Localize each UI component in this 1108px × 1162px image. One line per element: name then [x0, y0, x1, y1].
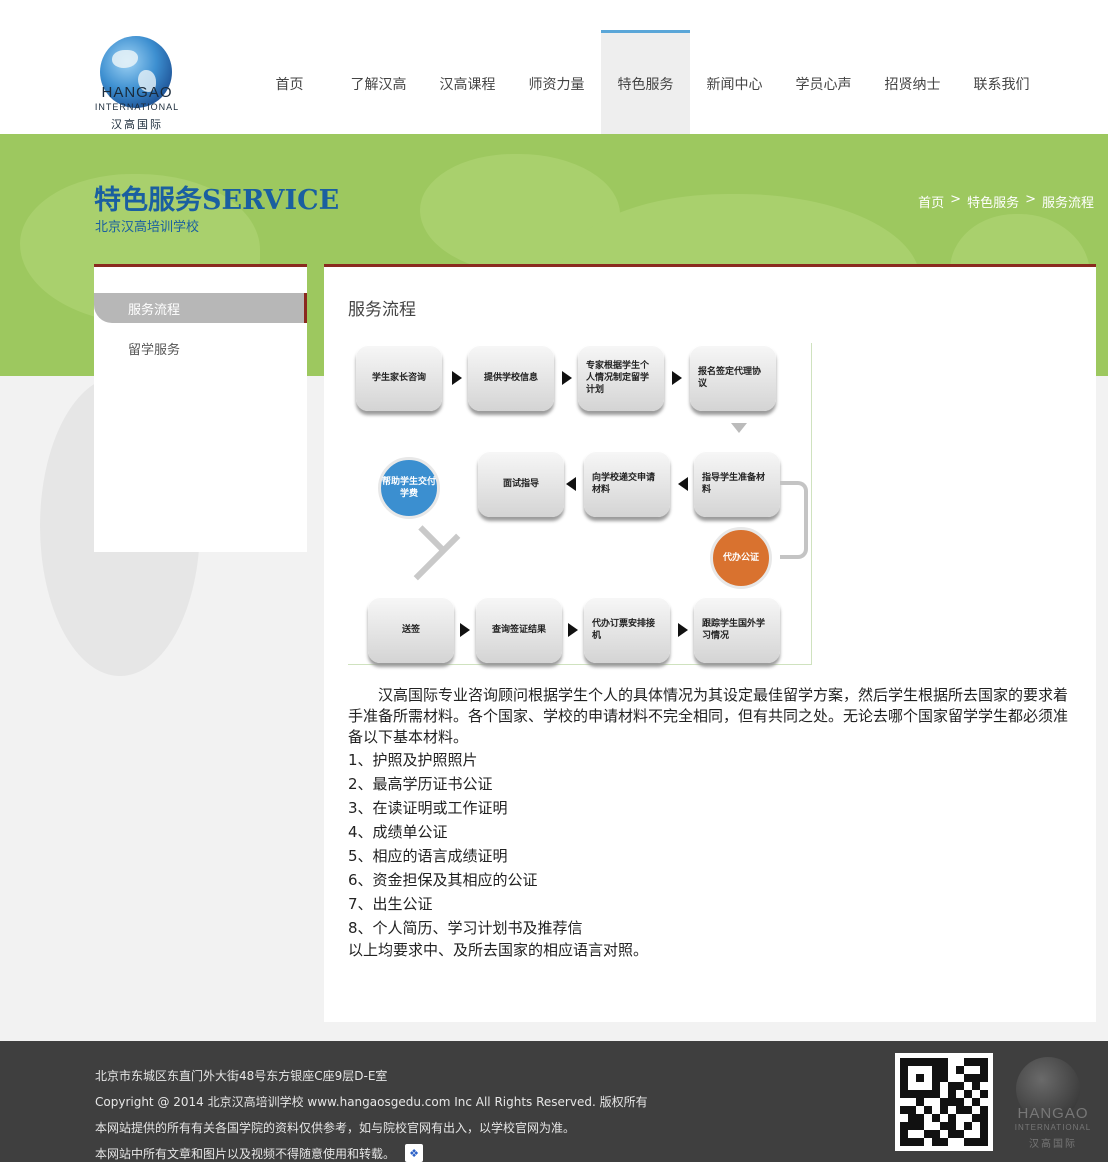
nav-testimonials[interactable]: 学员心声: [779, 30, 868, 134]
arrow-right-icon: [568, 623, 578, 637]
flow-step-school-info: 提供学校信息: [468, 345, 554, 411]
logo-text-en2: INTERNATIONAL: [94, 102, 180, 112]
footer-logo: HANGAO INTERNATIONAL 汉高国际: [1008, 1057, 1098, 1151]
qr-code-icon: [895, 1053, 993, 1151]
list-item: 6、资金担保及其相应的公证: [348, 871, 538, 889]
arrow-right-icon: [562, 371, 572, 385]
qr-code-pattern: [900, 1058, 988, 1146]
breadcrumb-separator: >: [1025, 192, 1036, 207]
arrow-left-icon: [678, 477, 688, 491]
list-item: 8、个人简历、学习计划书及推荐信: [348, 919, 583, 937]
closing-note: 以上均要求中、及所去国家的相应语言对照。: [348, 941, 649, 959]
arrow-down-icon: [731, 423, 747, 433]
intro-paragraph: 汉高国际专业咨询顾问根据学生个人的具体情况为其设定最佳留学方案，然后学生根据所去…: [348, 686, 1069, 746]
sidebar-item-service-process[interactable]: 服务流程: [94, 293, 307, 323]
site-footer: 北京市东城区东直门外大街48号东方银座C座9层D-E室 Copyright @ …: [0, 1041, 1108, 1162]
content-panel: 服务流程 学生家长咨询 提供学校信息 专家根据学生个人情况制定留学计划 报名签定…: [324, 264, 1096, 1022]
flow-step-consult: 学生家长咨询: [356, 345, 442, 411]
flow-step-interview: 面试指导: [478, 451, 564, 517]
nav-news[interactable]: 新闻中心: [690, 30, 779, 134]
flow-step-followup: 跟踪学生国外学习情况: [694, 597, 780, 663]
logo-text-cn: 汉高国际: [111, 118, 163, 131]
sidebar: 服务流程 留学服务: [94, 264, 307, 552]
footer-logo-text-en: HANGAO: [1017, 1105, 1089, 1122]
flow-step-tuition: 帮助学生交付学费: [378, 457, 440, 519]
arrow-right-icon: [452, 371, 462, 385]
nav-home[interactable]: 首页: [245, 30, 334, 134]
site-header: HANGAO INTERNATIONAL 汉高国际 首页 了解汉高 汉高课程 师…: [0, 0, 1108, 134]
baidu-paw-icon[interactable]: ❖: [405, 1144, 423, 1162]
footer-address: 北京市东城区东直门外大街48号东方银座C座9层D-E室: [95, 1069, 388, 1083]
arrow-right-icon: [460, 623, 470, 637]
flow-step-visa: 送签: [368, 597, 454, 663]
arrow-right-icon: [678, 623, 688, 637]
flow-step-notarize: 代办公证: [710, 527, 772, 589]
list-item: 1、护照及护照照片: [348, 751, 478, 769]
footer-logo-text-en2: INTERNATIONAL: [1014, 1123, 1092, 1132]
list-item: 7、出生公证: [348, 895, 433, 913]
nav-careers[interactable]: 招贤纳士: [868, 30, 957, 134]
page-subtitle: 北京汉高培训学校: [95, 220, 200, 235]
breadcrumb-current[interactable]: 服务流程: [1042, 192, 1094, 211]
page-title: 特色服务SERVICE: [94, 185, 340, 216]
list-item: 4、成绩单公证: [348, 823, 448, 841]
materials-list: 1、护照及护照照片 2、最高学历证书公证 3、在读证明或工作证明 4、成绩单公证…: [348, 748, 1078, 940]
breadcrumb-services[interactable]: 特色服务: [967, 192, 1019, 211]
nav-about[interactable]: 了解汉高: [334, 30, 423, 134]
arrow-right-icon: [672, 371, 682, 385]
site-logo[interactable]: HANGAO INTERNATIONAL 汉高国际: [94, 34, 180, 134]
article-text: 汉高国际专业咨询顾问根据学生个人的具体情况为其设定最佳留学方案，然后学生根据所去…: [348, 685, 1078, 961]
nav-services[interactable]: 特色服务: [601, 30, 690, 134]
flow-step-tickets: 代办订票安排接机: [584, 597, 670, 663]
flow-step-agreement: 报名签定代理协议: [690, 345, 776, 411]
service-flow-diagram: 学生家长咨询 提供学校信息 专家根据学生个人情况制定留学计划 报名签定代理协议 …: [348, 343, 812, 665]
arrow-left-icon: [566, 477, 576, 491]
flow-step-prepare: 指导学生准备材料: [694, 451, 780, 517]
flow-step-submit: 向学校递交申请材料: [584, 451, 670, 517]
logo-text-en: HANGAO: [101, 84, 173, 101]
footer-disclaimer: 本网站提供的所有有关各国学院的资料仅供参考，如与院校官网有出入，以学校官网为准。: [95, 1121, 576, 1135]
footer-copyright: Copyright @ 2014 北京汉高培训学校 www.hangaosged…: [95, 1095, 648, 1109]
arrow-diagonal-icon: [418, 525, 444, 551]
breadcrumb-separator: >: [950, 192, 962, 207]
content-title: 服务流程: [348, 300, 416, 320]
list-item: 3、在读证明或工作证明: [348, 799, 508, 817]
breadcrumb-home[interactable]: 首页: [918, 192, 944, 211]
footer-logo-text-cn: 汉高国际: [1029, 1139, 1077, 1150]
list-item: 5、相应的语言成绩证明: [348, 847, 508, 865]
loop-arrow-icon: [780, 481, 808, 559]
breadcrumb: 首页 > 特色服务 > 服务流程: [918, 192, 1094, 211]
nav-teachers[interactable]: 师资力量: [512, 30, 601, 134]
flow-step-plan: 专家根据学生个人情况制定留学计划: [578, 345, 664, 411]
flow-step-visa-result: 查询签证结果: [476, 597, 562, 663]
list-item: 2、最高学历证书公证: [348, 775, 493, 793]
nav-contact[interactable]: 联系我们: [957, 30, 1046, 134]
nav-courses[interactable]: 汉高课程: [423, 30, 512, 134]
sidebar-item-study-abroad[interactable]: 留学服务: [94, 333, 307, 363]
footer-notice: 本网站中所有文章和图片以及视频不得随意使用和转载。: [95, 1147, 396, 1161]
main-nav: 首页 了解汉高 汉高课程 师资力量 特色服务 新闻中心 学员心声 招贤纳士 联系…: [245, 30, 1046, 134]
